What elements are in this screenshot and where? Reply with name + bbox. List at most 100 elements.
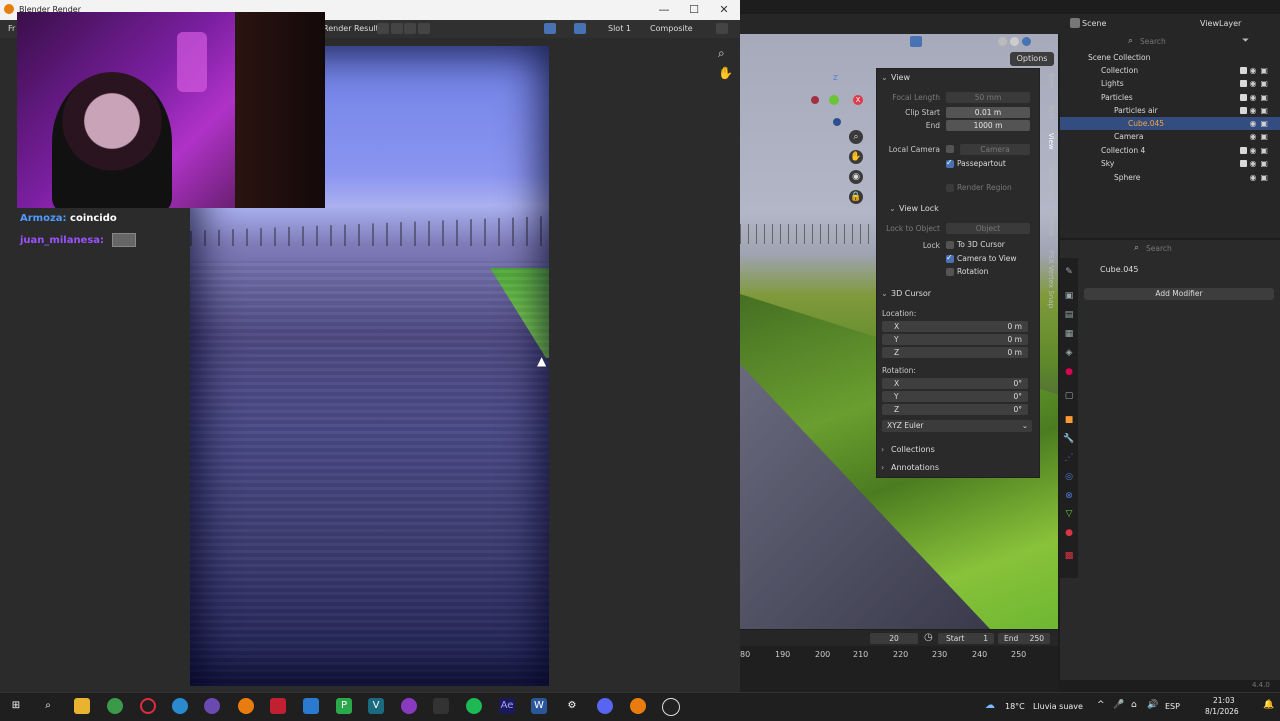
opera-icon[interactable] [140,698,156,714]
close-button[interactable]: ✕ [710,2,738,18]
spotify-icon[interactable] [466,698,482,714]
outliner-row[interactable]: Collection 4 ◉▣ [1060,144,1280,157]
pan-hand-icon[interactable]: ✋ [849,150,863,164]
visibility-icon[interactable]: ◉▣ [1249,157,1272,170]
unlink-icon[interactable] [418,23,430,34]
passepartout-checkbox[interactable] [946,158,954,168]
collections-panel-header[interactable]: › Collections [881,445,935,454]
start-frame-field[interactable]: Start 1 [938,633,994,644]
outliner-row[interactable]: Particles ◉▣ [1060,91,1280,104]
app-icon[interactable] [204,698,220,714]
constraints-tab-icon[interactable]: ⊗ [1063,490,1075,502]
local-camera-checkbox[interactable] [946,145,954,153]
nav-gizmo-neg-z[interactable] [833,118,841,126]
weather-desc[interactable]: Lluvia suave [1033,702,1083,711]
network-icon[interactable]: ⌂ [1131,700,1137,710]
outliner-row[interactable]: Lights ◉▣ [1060,77,1280,90]
world-tab-icon[interactable]: ● [1063,366,1075,378]
end-frame-field[interactable]: End 250 [998,633,1050,644]
scene-tab-icon[interactable]: ◈ [1063,347,1075,359]
3d-cursor-panel-header[interactable]: ⌄ 3D Cursor [881,289,931,298]
new-image-icon[interactable] [391,23,403,34]
outliner-search-input[interactable]: Search [1140,37,1166,46]
visibility-icon[interactable]: ◉▣ [1249,117,1272,130]
outliner-row[interactable]: Camera ◉▣ [1060,130,1280,143]
app-icon[interactable] [401,698,417,714]
video-app-icon[interactable] [270,698,286,714]
view-lock-panel-header[interactable]: ⌄ View Lock [889,204,939,213]
clock-date[interactable]: 8/1/2026 [1205,707,1239,716]
slot-select[interactable]: Slot 1 [608,24,631,33]
visibility-icon[interactable]: ◉▣ [1249,64,1272,77]
object-name[interactable]: Cube.045 [1100,265,1138,274]
current-frame-field[interactable]: 20 [870,633,918,644]
search-icon[interactable]: ⌕ [40,698,56,714]
outliner-row[interactable]: Sphere ◉▣ [1060,171,1280,184]
maximize-button[interactable]: ☐ [680,2,708,18]
zoom-icon[interactable]: ⌕ [849,130,863,144]
pycharm-icon[interactable]: P [336,698,352,714]
gizmo-icon[interactable] [910,36,922,47]
overlay-toggle-icon[interactable] [574,23,586,34]
object-tab-icon[interactable]: ■ [1063,414,1075,426]
outliner-row[interactable]: Scene Collection [1060,51,1280,64]
settings-icon[interactable]: ⚙ [564,698,580,714]
outliner-row-selected[interactable]: Cube.045 ◉▣ [1060,117,1280,130]
chevron-up-icon[interactable]: ^ [1097,700,1105,710]
discord-icon[interactable] [597,698,613,714]
to-3d-cursor-checkbox[interactable] [946,241,954,249]
tool-tab-icon[interactable]: ✎ [1063,266,1075,278]
file-explorer-icon[interactable] [74,698,90,714]
camera-to-view-checkbox[interactable] [946,253,954,263]
exclude-checkbox[interactable] [1240,67,1247,74]
display-channels-icon[interactable] [716,23,728,34]
scene-name[interactable]: Scene [1082,19,1106,28]
cursor-location-y[interactable]: Y0 m [882,334,1028,345]
vegas-icon[interactable]: V [368,698,384,714]
cursor-rotation-x[interactable]: X 0° [882,378,1028,389]
language-indicator[interactable]: ESP [1165,702,1180,711]
filter-icon[interactable]: ⏷ [1242,36,1249,46]
local-camera-field[interactable]: Camera [960,144,1030,155]
view-layer-tab-icon[interactable]: ▦ [1063,328,1075,340]
exclude-checkbox[interactable] [1240,160,1247,167]
view-panel-header[interactable]: ⌄ View [881,73,910,82]
cursor-rotation-y[interactable]: Y 0° [882,391,1028,402]
chrome-icon[interactable] [107,698,123,714]
visibility-icon[interactable]: ◉▣ [1249,144,1272,157]
outliner-row[interactable]: Particles air ◉▣ [1060,104,1280,117]
sidebar-tab-create[interactable]: Create [1043,213,1055,236]
pass-select[interactable]: Composite [650,24,693,33]
modifier-tab-icon[interactable]: 🔧 [1063,433,1075,445]
physics-tab-icon[interactable]: ◎ [1063,471,1075,483]
photos-icon[interactable] [303,698,319,714]
zoom-icon[interactable]: ⌕ [718,46,725,61]
add-modifier-button[interactable]: Add Modifier [1084,288,1274,300]
clip-start-field[interactable]: 0.01 m [946,107,1030,118]
annotations-panel-header[interactable]: › Annotations [881,463,939,472]
shading-material-icon[interactable] [1010,37,1019,46]
rotation-mode-select[interactable]: XYZ Euler ⌄ [882,420,1032,432]
sidebar-tab-tool[interactable]: Tool [1043,105,1055,119]
output-tab-icon[interactable]: ▤ [1063,309,1075,321]
collection-tab-icon[interactable]: ▢ [1063,390,1075,402]
fake-user-icon[interactable] [377,23,389,34]
word-icon[interactable]: W [531,698,547,714]
clock-time[interactable]: 21:03 [1213,696,1235,705]
visibility-icon[interactable]: ◉▣ [1249,171,1272,184]
cursor-location-x[interactable]: X0 m [882,321,1028,332]
render-result-name[interactable]: Render Result [323,24,379,33]
sidebar-tab-psx-vertex-snap[interactable]: PSX Vertex Snap [1043,250,1055,308]
volume-icon[interactable]: 🔊 [1147,700,1158,710]
outliner-row[interactable]: Collection ◉▣ [1060,64,1280,77]
windows-start-icon[interactable]: ⊞ [8,698,24,714]
exclude-checkbox[interactable] [1240,80,1247,87]
minimize-button[interactable]: — [650,2,678,18]
after-effects-icon[interactable]: Ae [499,698,515,714]
edge-icon[interactable] [172,698,188,714]
shading-rendered-icon[interactable] [1022,37,1031,46]
texture-tab-icon[interactable]: ▩ [1063,550,1075,562]
microphone-icon[interactable]: 🎤 [1113,700,1124,710]
pan-hand-icon[interactable]: ✋ [718,66,733,80]
cursor-location-z[interactable]: Z0 m [882,347,1028,358]
